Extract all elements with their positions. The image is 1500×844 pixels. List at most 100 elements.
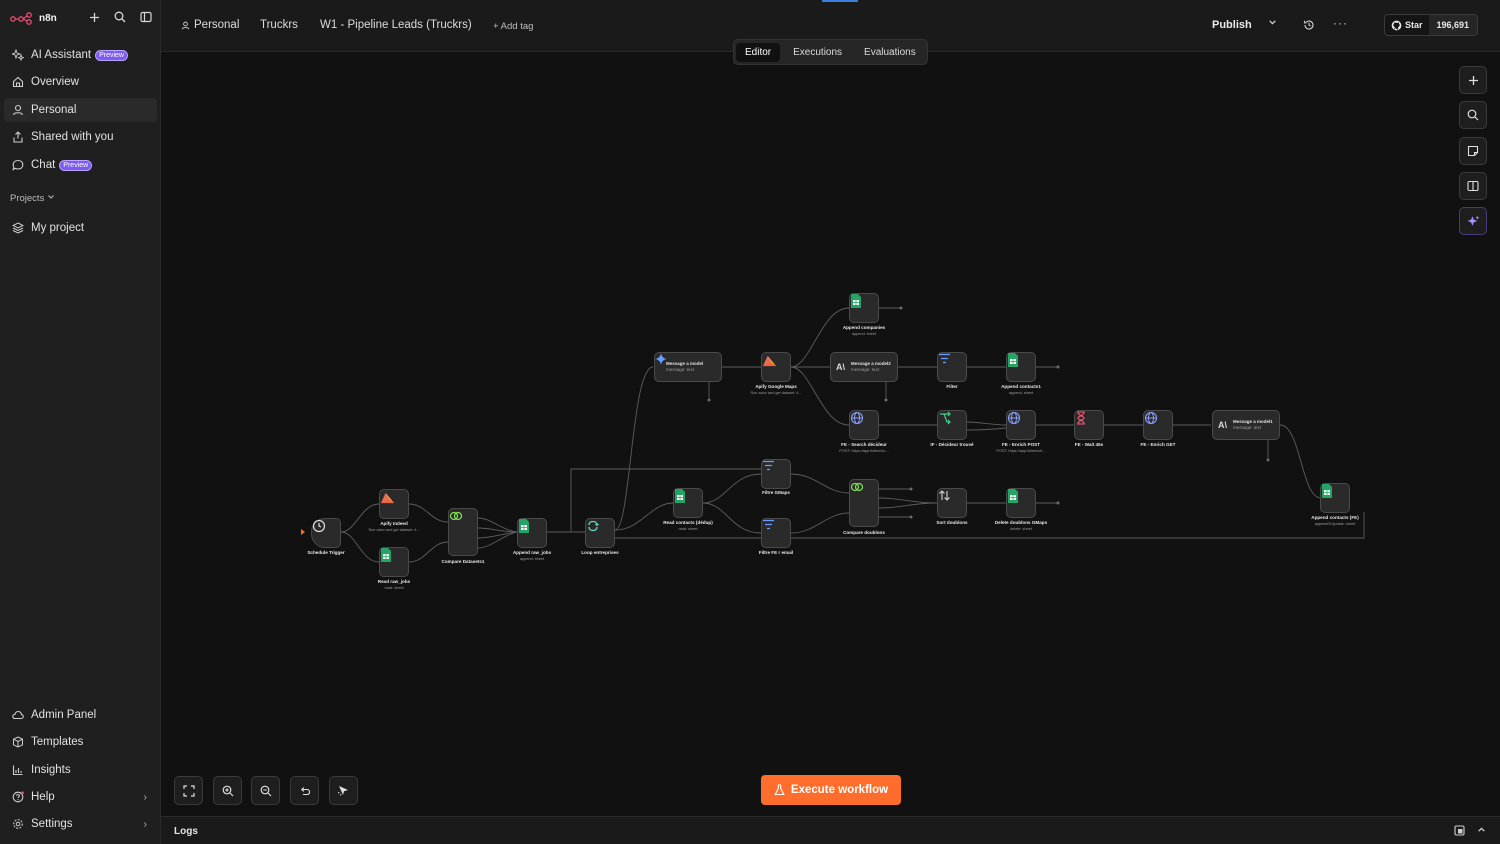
history-icon[interactable] (1303, 18, 1315, 36)
globe-icon (1007, 411, 1021, 425)
output-handle[interactable] (1056, 501, 1060, 505)
undo-button[interactable] (290, 776, 319, 805)
chevron-up-icon[interactable] (1477, 825, 1486, 837)
add-tag-button[interactable]: + Add tag (493, 21, 533, 32)
preview-badge: Preview (95, 49, 128, 61)
node-delete-doublons[interactable] (1006, 488, 1036, 518)
toggle-panel-button[interactable] (1459, 172, 1487, 200)
logo[interactable]: n8n (10, 8, 155, 28)
node-filter[interactable] (937, 352, 967, 382)
sidebar: n8n AI Assistant Preview Overview Person… (0, 0, 161, 844)
home-icon (11, 76, 24, 89)
node-message-model[interactable]: Message a model message: text (654, 352, 722, 382)
tab-editor[interactable]: Editor (736, 42, 781, 62)
sidebar-item-overview[interactable]: Overview (4, 70, 157, 94)
node-filtre-gmaps[interactable] (761, 459, 791, 489)
node-message-model1[interactable]: A\ Message a model1 message: text (1212, 410, 1280, 440)
workflow-name[interactable]: W1 - Pipeline Leads (Truckrs) (320, 19, 472, 31)
output-handle[interactable] (899, 306, 903, 310)
sidebar-item-insights[interactable]: Insights (4, 758, 157, 782)
output-handle[interactable] (909, 487, 913, 491)
node-append-contacts-fe[interactable] (1320, 483, 1350, 513)
node-schedule-trigger[interactable] (311, 518, 341, 548)
undo-icon (300, 786, 310, 795)
node-apify-indeed[interactable] (379, 489, 409, 519)
node-fe-enrich-get[interactable] (1143, 410, 1173, 440)
google-sheets-icon (675, 489, 685, 503)
sidebar-item-admin-panel[interactable]: Admin Panel (4, 703, 157, 727)
publish-button[interactable]: Publish (1201, 14, 1283, 36)
node-label: Read raw_jobs (377, 579, 411, 584)
node-append-companies[interactable] (849, 293, 879, 323)
breadcrumb-personal[interactable]: Personal (181, 19, 239, 31)
node-sort-doublons[interactable] (937, 488, 967, 518)
ai-builder-button[interactable] (1459, 207, 1487, 235)
sticky-note-button[interactable] (1459, 137, 1487, 165)
node-read-raw-jobs[interactable] (379, 547, 409, 577)
node-compare-datasets1[interactable] (448, 508, 478, 556)
package-icon (11, 736, 24, 749)
more-options-icon[interactable]: ··· (1333, 16, 1348, 30)
node-fe-search[interactable] (849, 410, 879, 440)
tab-executions[interactable]: Executions (784, 43, 851, 62)
apify-icon (762, 355, 777, 367)
tab-evaluations[interactable]: Evaluations (855, 43, 925, 62)
sidebar-item-templates[interactable]: Templates (4, 730, 157, 754)
node-fe-wait[interactable] (1074, 410, 1104, 440)
output-handle[interactable] (1266, 458, 1270, 462)
zoom-out-button[interactable] (251, 776, 280, 805)
output-handle[interactable] (909, 515, 913, 519)
node-compare-doublons[interactable] (849, 479, 879, 527)
node-append-raw-jobs[interactable] (517, 518, 547, 548)
node-append-contacts1[interactable] (1006, 352, 1036, 382)
globe-icon (850, 411, 864, 425)
zoom-in-button[interactable] (213, 776, 242, 805)
panel-icon (1467, 180, 1479, 192)
chevron-right-icon: › (143, 818, 147, 830)
output-handle[interactable] (884, 398, 888, 402)
sidebar-item-my-project[interactable]: My project (4, 216, 157, 240)
node-read-contacts[interactable] (673, 488, 703, 518)
fullscreen-icon (182, 784, 195, 797)
search-icon[interactable] (113, 9, 127, 25)
connection (340, 531, 380, 563)
node-label: FE - Search décideur (841, 442, 887, 447)
breadcrumb-folder[interactable]: Truckrs (260, 19, 298, 31)
layers-icon (11, 222, 24, 235)
projects-section-header[interactable]: Projects (10, 193, 55, 204)
sidebar-item-chat[interactable]: Chat Preview (4, 153, 157, 177)
logs-panel[interactable]: Logs (161, 816, 1500, 844)
flask-icon (774, 784, 785, 796)
node-if-decideur[interactable] (937, 410, 967, 440)
chevron-down-icon[interactable] (1268, 18, 1277, 30)
github-star-button[interactable]: Star 196,691 (1384, 14, 1479, 36)
sidebar-item-shared[interactable]: Shared with you (4, 125, 157, 149)
search-nodes-button[interactable] (1459, 101, 1487, 129)
node-loop[interactable] (585, 518, 615, 548)
sidebar-item-help[interactable]: Help › (4, 785, 157, 809)
fit-view-button[interactable] (174, 776, 203, 805)
execute-workflow-button[interactable]: Execute workflow (761, 775, 901, 805)
node-label: Filtre GMaps (762, 490, 790, 495)
sidebar-item-label: Insights (31, 764, 71, 776)
node-subtitle: POST: https://app.fullenrich... (996, 449, 1046, 453)
workflow-canvas[interactable]: Schedule Trigger Apify Indeed Run actor … (161, 52, 1500, 816)
sidebar-item-settings[interactable]: Settings › (4, 812, 157, 836)
sidebar-item-personal[interactable]: Personal (4, 98, 157, 122)
output-handle[interactable] (707, 398, 711, 402)
output-handle[interactable] (1056, 365, 1060, 369)
node-message-model2[interactable]: A\ Message a model2 message: text (830, 352, 898, 382)
node-subtitle: append: sheet (519, 557, 545, 561)
node-label: Message a model1 message: text (1233, 419, 1273, 430)
sparkles-icon (1467, 215, 1479, 226)
add-node-button[interactable] (1459, 66, 1487, 94)
node-filtre-fe[interactable] (761, 518, 791, 548)
node-fe-enrich-post[interactable] (1006, 410, 1036, 440)
pop-out-icon[interactable] (1454, 825, 1465, 839)
add-icon[interactable] (87, 9, 101, 25)
node-apify-google-maps[interactable] (761, 352, 791, 382)
user-icon (181, 21, 190, 29)
collapse-sidebar-icon[interactable] (139, 9, 153, 25)
sidebar-item-ai-assistant[interactable]: AI Assistant Preview (4, 43, 157, 67)
tidy-up-button[interactable] (329, 776, 358, 805)
